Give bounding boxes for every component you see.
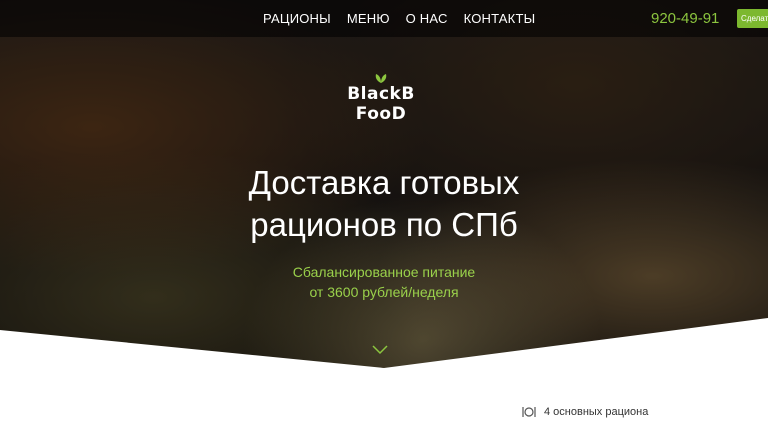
order-button[interactable]: Сделать заказ [737,9,768,28]
top-navigation-bar: РАЦИОНЫ МЕНЮ О НАС КОНТАКТЫ 920-49-91 Сд… [0,0,768,37]
nav-item-menu[interactable]: МЕНЮ [347,11,390,26]
main-nav: РАЦИОНЫ МЕНЮ О НАС КОНТАКТЫ [263,11,535,26]
logo-text-line1: BlackB [347,84,415,104]
leaf-icon [375,74,387,83]
cutlery-icon [522,407,536,417]
logo-text-line2: FooD [355,104,407,124]
scroll-down-chevron-icon[interactable] [371,344,389,356]
nav-item-rations[interactable]: РАЦИОНЫ [263,11,331,26]
subheadline-line-2: от 3600 рублей/неделя [309,284,459,300]
subheadline-line-1: Сбалансированное питание [292,264,476,280]
headline-line-2: рационов по СПб [250,206,518,243]
feature-text: 4 основных рациона [544,406,649,418]
hero-headline: Доставка готовых рационов по СПб [0,162,768,246]
nav-item-contacts[interactable]: КОНТАКТЫ [464,11,536,26]
site-logo[interactable]: BlackB FooD [346,72,416,132]
headline-line-1: Доставка готовых [248,164,520,201]
hero-subheadline: Сбалансированное питание от 3600 рублей/… [0,262,768,302]
phone-number[interactable]: 920-49-91 [651,10,719,27]
nav-item-about[interactable]: О НАС [406,11,448,26]
feature-item: 4 основных рациона [522,406,648,418]
